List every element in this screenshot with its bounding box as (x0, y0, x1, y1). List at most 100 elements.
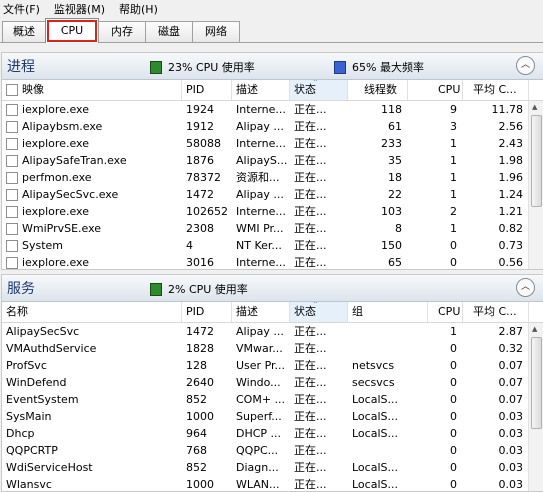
menu-item[interactable]: 监视器(M) (54, 1, 105, 17)
process-row[interactable]: Alipaybsm.exe 1912 Alipay ... 正在... 61 3 2.56 (2, 118, 543, 135)
cell-status: 正在... (294, 154, 327, 167)
cell-threads: 233 (381, 137, 402, 150)
process-row[interactable]: iexplore.exe 58088 Interne... 正在... 233 1 2.43 (2, 135, 543, 152)
cell-name: ProfSvc (6, 359, 47, 372)
process-scrollbar[interactable]: ▲ (528, 101, 543, 269)
tab-network[interactable]: 网络 (192, 21, 240, 42)
cell-cpu: 0 (450, 393, 457, 406)
cell-pid: 128 (186, 359, 207, 372)
select-all-checkbox[interactable] (6, 84, 18, 96)
cell-status: 正在... (294, 137, 327, 150)
services-title: 服务 (7, 281, 35, 297)
column-average-cpu[interactable]: 平均 C... (463, 302, 529, 322)
cell-pid: 3016 (186, 256, 214, 269)
cell-average-cpu: 0.56 (498, 256, 524, 269)
column-label: PID (186, 305, 205, 318)
cell-status: 正在... (294, 410, 327, 423)
menu-item[interactable]: 帮助(H) (119, 1, 158, 17)
cell-cpu: 9 (450, 103, 457, 116)
collapse-icon[interactable]: ︿ (516, 56, 535, 75)
service-row[interactable]: WinDefend 2640 Windo... 正在... secsvcs 0 0.07 (2, 374, 543, 391)
cell-image: iexplore.exe (22, 205, 89, 218)
column-label: 平均 C... (473, 305, 517, 318)
process-row[interactable]: WmiPrvSE.exe 2308 WMI Pr... 正在... 8 1 0.82 (2, 220, 543, 237)
cell-threads: 8 (395, 222, 402, 235)
service-row[interactable]: EventSystem 852 COM+ ... 正在... LocalS... 0 0.0… (2, 391, 543, 408)
cell-average-cpu: 1.24 (498, 188, 524, 201)
service-row[interactable]: WdiServiceHost 852 Diagn... 正在... LocalS... 0… (2, 459, 543, 476)
tab-memory[interactable]: 内存 (98, 21, 146, 42)
process-row[interactable]: AlipaySecSvc.exe 1472 Alipay ... 正在... 22 1 1.… (2, 186, 543, 203)
cell-pid: 78372 (186, 171, 221, 184)
cell-group: LocalS... (352, 478, 398, 491)
services-scrollbar[interactable]: ▲ (528, 323, 543, 491)
process-scroll-thumb[interactable] (531, 115, 542, 207)
service-row[interactable]: Wlansvc 1000 WLAN... 正在... LocalS... 0 0.03 (2, 476, 543, 491)
process-row[interactable]: iexplore.exe 1924 Interne... 正在... 118 9 11.78 (2, 101, 543, 118)
process-row[interactable]: iexplore.exe 102652 Interne... 正在... 103 2 1.2… (2, 203, 543, 220)
column-status[interactable]: ⌃ 状态 (290, 80, 348, 100)
process-row[interactable]: System 4 NT Ker... 正在... 150 0 0.73 (2, 237, 543, 254)
service-row[interactable]: SysMain 1000 Superf... 正在... LocalS... 0 0.03 (2, 408, 543, 425)
process-header[interactable]: 进程 23% CPU 使用率 65% 最大频率 ︿ (2, 53, 543, 80)
service-row[interactable]: VMAuthdService 1828 VMwar... 正在... 0 0.32 (2, 340, 543, 357)
service-row[interactable]: ProfSvc 128 User Pr... 正在... netsvcs 0 0.07 (2, 357, 543, 374)
services-header[interactable]: 服务 2% CPU 使用率 ︿ (2, 275, 543, 302)
column-group[interactable]: 组 (348, 302, 428, 322)
column-cpu[interactable]: CPU (408, 80, 463, 100)
services-cpu-usage: 2% CPU 使用率 (168, 283, 248, 296)
services-scroll-thumb[interactable] (531, 337, 542, 429)
process-row[interactable]: AlipaySafeTran.exe 1876 AlipayS... 正在... 35 1… (2, 152, 543, 169)
cell-pid: 1924 (186, 103, 214, 116)
cell-group (348, 323, 428, 340)
tab-label: 磁盘 (158, 25, 180, 38)
cell-description: AlipayS... (236, 154, 288, 167)
tab-overview[interactable]: 概述 (2, 21, 46, 42)
cell-image: iexplore.exe (22, 256, 89, 269)
cell-pid: 58088 (186, 137, 221, 150)
cell-pid: 852 (186, 393, 207, 406)
cell-pid: 1000 (186, 410, 214, 423)
cell-cpu: 1 (450, 222, 457, 235)
service-row[interactable]: QQPCRTP 768 QQPC... 正在... 0 0.03 (2, 442, 543, 459)
cell-average-cpu: 1.98 (498, 154, 524, 167)
service-row[interactable]: Dhcp 964 DHCP ... 正在... LocalS... 0 0.03 (2, 425, 543, 442)
column-label: 平均 C... (473, 83, 517, 96)
column-pid[interactable]: PID (182, 302, 232, 322)
cell-cpu: 0 (450, 478, 457, 491)
cell-group: LocalS... (352, 461, 398, 474)
column-status[interactable]: ⌃ 状态 (290, 302, 348, 322)
column-cpu[interactable]: CPU (428, 302, 463, 322)
column-threads[interactable]: 线程数 (348, 80, 408, 100)
cell-name: Wlansvc (6, 478, 52, 491)
column-description[interactable]: 描述 (232, 302, 290, 322)
cell-pid: 1000 (186, 478, 214, 491)
process-title: 进程 (7, 59, 35, 75)
cell-cpu: 0 (450, 410, 457, 423)
cell-status: 正在... (294, 103, 327, 116)
cell-threads: 103 (381, 205, 402, 218)
column-name[interactable]: 名称 (2, 302, 182, 322)
column-average-cpu[interactable]: 平均 C... (463, 80, 529, 100)
cell-pid: 964 (186, 427, 207, 440)
column-pid[interactable]: PID (182, 80, 232, 100)
process-row[interactable]: perfmon.exe 78372 资源和... 正在... 18 1 1.96 (2, 169, 543, 186)
column-description[interactable]: 描述 (232, 80, 290, 100)
cell-description: DHCP ... (236, 427, 282, 440)
menu-item[interactable]: 文件(F) (3, 1, 40, 17)
scroll-up-icon[interactable]: ▲ (532, 325, 537, 333)
collapse-icon[interactable]: ︿ (516, 278, 535, 297)
cell-status: 正在... (294, 461, 327, 474)
service-row[interactable]: AlipaySecSvc 1472 Alipay ... 正在... 1 2.87 (2, 323, 543, 340)
scroll-up-icon[interactable]: ▲ (532, 103, 537, 111)
cell-status: 正在... (294, 222, 327, 235)
column-image[interactable]: 映像 (2, 80, 182, 100)
tab-disk[interactable]: 磁盘 (145, 21, 193, 42)
column-label: 描述 (236, 305, 258, 318)
cell-average-cpu: 0.07 (498, 359, 524, 372)
tab-cpu[interactable]: CPU (45, 18, 99, 43)
cell-description: WMI Pr... (236, 222, 284, 235)
process-row[interactable]: iexplore.exe 3016 Interne... 正在... 65 0 0.56 (2, 254, 543, 269)
cell-image: iexplore.exe (22, 103, 89, 116)
services-list: AlipaySecSvc 1472 Alipay ... 正在... 1 2.87 VMAu… (2, 323, 543, 491)
